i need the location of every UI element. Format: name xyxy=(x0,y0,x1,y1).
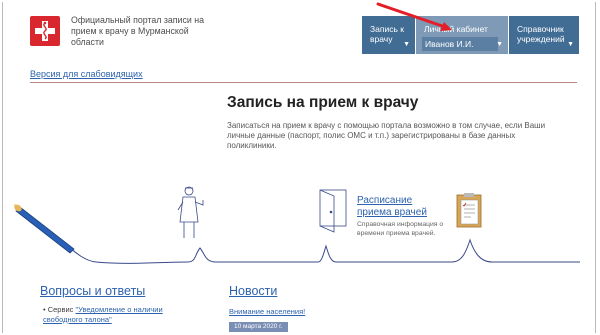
news-heading-link[interactable]: Новости xyxy=(229,284,277,298)
schedule-link[interactable]: Расписание приема врачей xyxy=(357,195,437,219)
faq-heading-link[interactable]: Вопросы и ответы xyxy=(40,284,145,298)
faq-item-prefix: Сервис xyxy=(47,305,76,314)
clipboard-icon xyxy=(456,193,482,228)
doctor-icon xyxy=(177,186,204,238)
schedule-description: Справочная информация о времени приема в… xyxy=(357,221,444,237)
news-item-link[interactable]: Внимание населения! xyxy=(229,307,305,316)
door-icon xyxy=(319,189,347,233)
news-date-badge: 10 марта 2020 г. xyxy=(229,322,288,332)
pencil-icon xyxy=(14,204,75,254)
faq-list-item: • Сервис "Уведомление о наличии свободно… xyxy=(43,305,203,324)
